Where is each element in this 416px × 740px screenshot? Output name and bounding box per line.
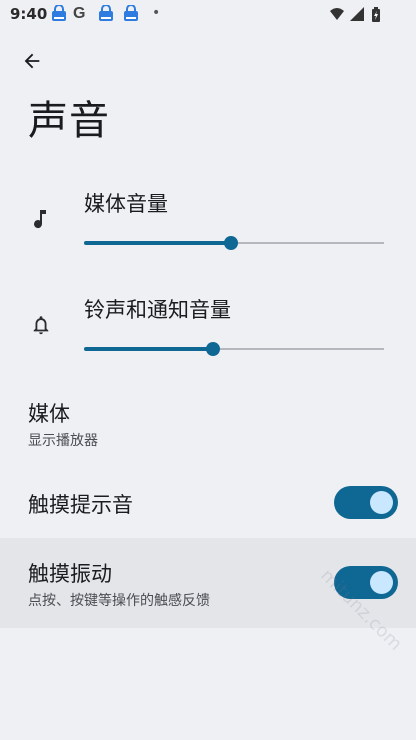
- touch-sound-row[interactable]: 触摸提示音: [0, 466, 416, 538]
- app-notification-icon: [50, 4, 68, 23]
- media-volume-slider[interactable]: [84, 233, 384, 253]
- touch-sound-toggle[interactable]: [334, 486, 398, 519]
- status-right-icons: [328, 6, 388, 24]
- slider-thumb[interactable]: [206, 342, 220, 356]
- touch-vibration-title: 触摸振动: [28, 562, 112, 586]
- slider-fill: [84, 241, 231, 245]
- media-row[interactable]: 媒体 显示播放器: [0, 388, 416, 460]
- wifi-icon: [330, 8, 344, 20]
- ring-volume-row: 铃声和通知音量: [0, 286, 416, 386]
- status-time: 9:40: [10, 5, 48, 23]
- slider-thumb[interactable]: [224, 236, 238, 250]
- arrow-back-icon: [24, 53, 40, 69]
- google-icon: G: [73, 5, 86, 22]
- status-bar: 9:40 G •: [0, 0, 416, 30]
- page-title: 声音: [28, 98, 110, 144]
- media-title: 媒体: [28, 402, 70, 426]
- signal-icon: [350, 7, 364, 21]
- toggle-knob: [370, 491, 393, 514]
- slider-fill: [84, 347, 213, 351]
- media-volume-label: 媒体音量: [84, 192, 168, 216]
- media-volume-row: 媒体音量: [0, 180, 416, 280]
- back-button[interactable]: [14, 44, 50, 78]
- touch-vibration-subtitle: 点按、按键等操作的触感反馈: [28, 593, 210, 609]
- toggle-knob: [370, 571, 393, 594]
- bell-icon: [28, 312, 54, 338]
- music-note-icon: [28, 206, 54, 232]
- ring-volume-slider[interactable]: [84, 339, 384, 359]
- ring-volume-label: 铃声和通知音量: [84, 298, 231, 322]
- battery-icon: [372, 7, 380, 22]
- sound-settings-screen: 9:40 G • 声音 媒体音量 铃声和通知音量 媒体 显示播放器 触摸提示音 …: [0, 0, 416, 740]
- more-dot-icon: •: [152, 5, 161, 21]
- touch-sound-title: 触摸提示音: [28, 493, 133, 517]
- app-notification-icon: [97, 4, 115, 23]
- app-notification-icon: [122, 4, 140, 23]
- media-subtitle: 显示播放器: [28, 433, 98, 449]
